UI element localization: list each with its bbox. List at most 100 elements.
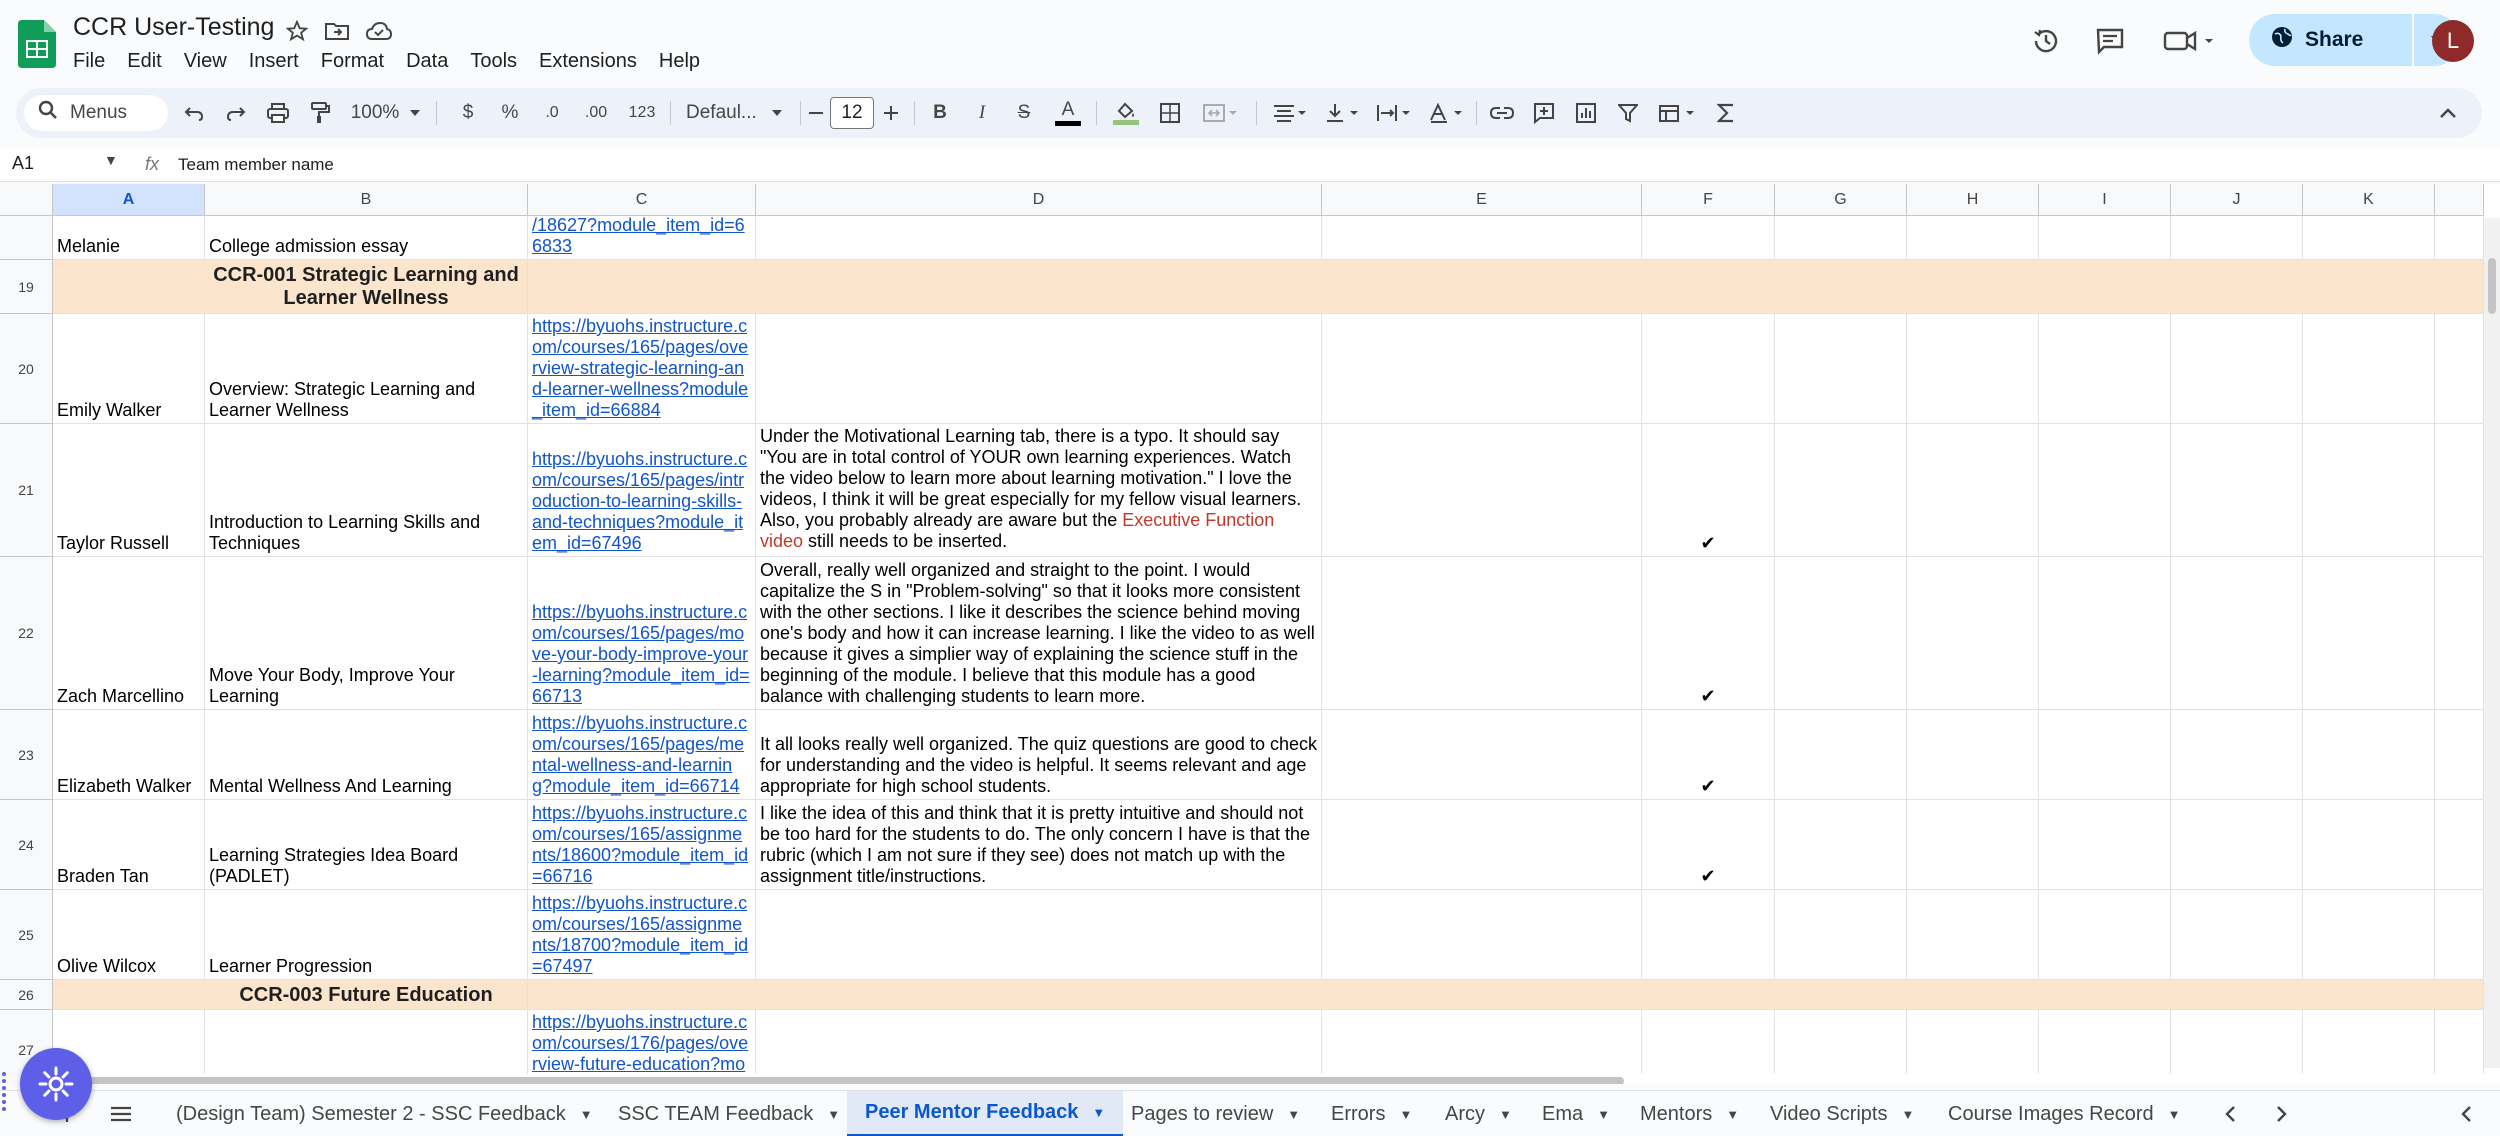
chevron-down-icon[interactable]: ▼: [1499, 1107, 1512, 1122]
empty-cell[interactable]: [2171, 1010, 2303, 1084]
table-cell[interactable]: Olive Wilcox: [53, 890, 205, 980]
column-header-i[interactable]: I: [2039, 184, 2171, 216]
row-header[interactable]: 22: [0, 557, 53, 710]
empty-cell[interactable]: [1642, 314, 1775, 424]
table-cell[interactable]: Move Your Body, Improve Your Learning: [205, 557, 528, 710]
tab-ssc-team-feedback[interactable]: SSC TEAM Feedback ▼: [600, 1091, 858, 1136]
menu-extensions[interactable]: Extensions: [528, 46, 648, 76]
decrease-decimal-button[interactable]: .0: [534, 88, 570, 138]
drag-handle-icon[interactable]: [0, 1070, 14, 1111]
table-cell[interactable]: Emily Walker: [53, 314, 205, 424]
empty-cell[interactable]: [1775, 800, 1907, 890]
horizontal-scroll-thumb[interactable]: [54, 1077, 1624, 1084]
menu-file[interactable]: File: [62, 46, 116, 76]
empty-cell[interactable]: [1642, 216, 1775, 260]
empty-cell[interactable]: [2171, 710, 2303, 800]
table-cell[interactable]: Taylor Russell: [53, 424, 205, 557]
spreadsheet-grid[interactable]: A B C D E F G H I J K Melanie College ad…: [0, 184, 2500, 1084]
check-cell[interactable]: ✔: [1642, 710, 1775, 800]
empty-cell[interactable]: [2171, 557, 2303, 710]
menu-tools[interactable]: Tools: [459, 46, 528, 76]
empty-cell[interactable]: [2171, 800, 2303, 890]
check-cell[interactable]: ✔: [1642, 557, 1775, 710]
horizontal-align-icon[interactable]: [1266, 88, 1314, 138]
account-avatar[interactable]: L: [2432, 20, 2474, 62]
table-cell[interactable]: Mental Wellness And Learning: [205, 710, 528, 800]
chevron-down-icon[interactable]: ▼: [1901, 1107, 1914, 1122]
empty-cell[interactable]: [1322, 424, 1642, 557]
empty-cell[interactable]: [2435, 710, 2484, 800]
document-title[interactable]: CCR User-Testing: [73, 13, 274, 42]
empty-cell[interactable]: [1907, 314, 2039, 424]
row-header[interactable]: 20: [0, 314, 53, 424]
tab-peer-mentor-feedback[interactable]: Peer Mentor Feedback ▼: [847, 1091, 1124, 1136]
column-header-k[interactable]: K: [2303, 184, 2435, 216]
table-cell[interactable]: [756, 216, 1322, 260]
empty-cell[interactable]: [2303, 1010, 2435, 1084]
row-header[interactable]: 25: [0, 890, 53, 980]
table-cell-link[interactable]: https://byuohs.instructure.com/courses/1…: [528, 424, 756, 557]
column-header-h[interactable]: H: [1907, 184, 2039, 216]
vertical-scroll-thumb[interactable]: [2488, 258, 2496, 314]
empty-cell[interactable]: [2303, 557, 2435, 710]
empty-cell[interactable]: [1775, 710, 1907, 800]
row-header[interactable]: [0, 216, 53, 260]
zoom-select[interactable]: 100%: [346, 88, 426, 138]
table-cell[interactable]: [756, 890, 1322, 980]
check-cell[interactable]: ✔: [1642, 424, 1775, 557]
empty-cell[interactable]: [2303, 710, 2435, 800]
section-title[interactable]: CCR-001 Strategic Learning and Learner W…: [205, 260, 528, 314]
vertical-scrollbar[interactable]: [2484, 218, 2500, 1068]
empty-cell[interactable]: [1322, 314, 1642, 424]
table-cell[interactable]: Elizabeth Walker: [53, 710, 205, 800]
tab-ema[interactable]: Ema ▼: [1524, 1091, 1628, 1136]
menus-search-button[interactable]: Menus: [24, 95, 168, 131]
menu-edit[interactable]: Edit: [116, 46, 172, 76]
paint-format-icon[interactable]: [302, 88, 338, 138]
empty-cell[interactable]: [1775, 890, 1907, 980]
font-size-decrease-icon[interactable]: [804, 88, 828, 138]
empty-cell[interactable]: [2039, 424, 2171, 557]
table-cell[interactable]: Overview: Strategic Learning and Learner…: [205, 314, 528, 424]
table-cell-link[interactable]: https://byuohs.instructure.com/courses/1…: [528, 710, 756, 800]
row-header[interactable]: 26: [0, 980, 53, 1010]
fill-color-icon[interactable]: [1106, 88, 1146, 138]
empty-cell[interactable]: [1322, 710, 1642, 800]
empty-cell[interactable]: [2435, 314, 2484, 424]
collapse-toolbar-icon[interactable]: [2430, 88, 2466, 138]
empty-cell[interactable]: [2435, 557, 2484, 710]
all-sheets-icon[interactable]: [98, 1091, 144, 1136]
chevron-down-icon[interactable]: ▼: [2168, 1107, 2181, 1122]
column-header-j[interactable]: J: [2171, 184, 2303, 216]
table-cell[interactable]: Learning Strategies Idea Board (PADLET): [205, 800, 528, 890]
functions-icon[interactable]: [1708, 88, 1744, 138]
empty-cell[interactable]: [2171, 424, 2303, 557]
chevron-down-icon[interactable]: ▼: [827, 1107, 840, 1122]
text-color-button[interactable]: A: [1048, 88, 1088, 138]
empty-cell[interactable]: [2039, 314, 2171, 424]
empty-cell[interactable]: [2303, 314, 2435, 424]
chevron-down-icon[interactable]: ▼: [1092, 1105, 1105, 1120]
chevron-down-icon[interactable]: ▼: [1287, 1107, 1300, 1122]
undo-icon[interactable]: [176, 88, 212, 138]
empty-cell[interactable]: [2039, 1010, 2171, 1084]
empty-cell[interactable]: [1907, 1010, 2039, 1084]
star-icon[interactable]: [282, 16, 312, 46]
row-header[interactable]: 21: [0, 424, 53, 557]
merge-cells-icon[interactable]: [1196, 88, 1246, 138]
empty-cell[interactable]: [2303, 424, 2435, 557]
insert-link-icon[interactable]: [1484, 88, 1520, 138]
table-cell[interactable]: Under the Motivational Learning tab, the…: [756, 424, 1322, 557]
chevron-down-icon[interactable]: ▼: [104, 152, 118, 168]
menu-view[interactable]: View: [173, 46, 238, 76]
empty-cell[interactable]: [1907, 800, 2039, 890]
empty-cell[interactable]: [2435, 890, 2484, 980]
section-title[interactable]: CCR-003 Future Education: [205, 980, 528, 1010]
empty-cell[interactable]: [1775, 1010, 1907, 1084]
empty-cell[interactable]: [2435, 1010, 2484, 1084]
empty-cell[interactable]: [1775, 216, 1907, 260]
filter-icon[interactable]: [1610, 88, 1646, 138]
insert-comment-icon[interactable]: [1526, 88, 1562, 138]
empty-cell[interactable]: [1907, 557, 2039, 710]
redo-icon[interactable]: [218, 88, 254, 138]
